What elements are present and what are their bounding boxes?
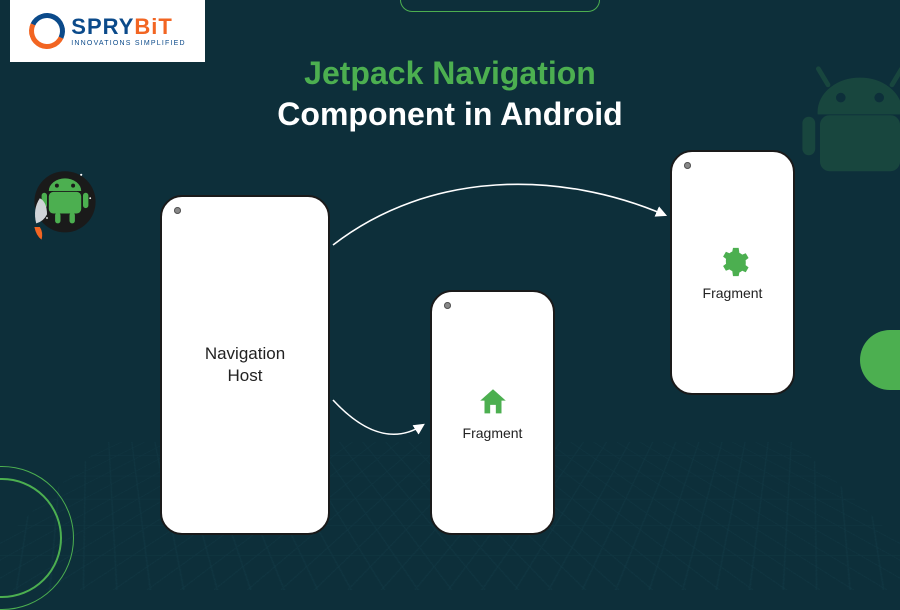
logo-text-post: BiT bbox=[134, 14, 172, 39]
phone-navigation-host: Navigation Host bbox=[160, 195, 330, 535]
corner-arc-decor bbox=[0, 478, 62, 598]
phone-fragment-home: Fragment bbox=[430, 290, 555, 535]
logo-swirl-icon bbox=[24, 8, 70, 54]
title-line1: Jetpack Navigation bbox=[0, 55, 900, 92]
home-icon bbox=[476, 385, 510, 419]
logo-tagline: INNOVATIONS SIMPLIFIED bbox=[71, 40, 185, 47]
camera-dot-icon bbox=[174, 207, 181, 214]
single-activity-caption: Singel Activity bbox=[198, 514, 278, 529]
fragment-settings-label: Fragment bbox=[703, 285, 763, 301]
gear-icon bbox=[716, 245, 750, 279]
brand-logo: SPRYBiT INNOVATIONS SIMPLIFIED bbox=[10, 0, 205, 62]
top-pill-decor bbox=[400, 0, 600, 12]
camera-dot-icon bbox=[684, 162, 691, 169]
camera-dot-icon bbox=[444, 302, 451, 309]
nav-host-label-1: Navigation bbox=[205, 344, 285, 363]
nav-host-label-2: Host bbox=[228, 366, 263, 385]
phone-fragment-settings: Fragment bbox=[670, 150, 795, 395]
fragment-home-label: Fragment bbox=[463, 425, 523, 441]
logo-text-pre: SPRY bbox=[71, 14, 134, 39]
title-line2: Component in Android bbox=[0, 96, 900, 133]
rocket-mascot-icon bbox=[20, 155, 110, 245]
green-blob-decor bbox=[860, 330, 900, 390]
page-title: Jetpack Navigation Component in Android bbox=[0, 55, 900, 133]
